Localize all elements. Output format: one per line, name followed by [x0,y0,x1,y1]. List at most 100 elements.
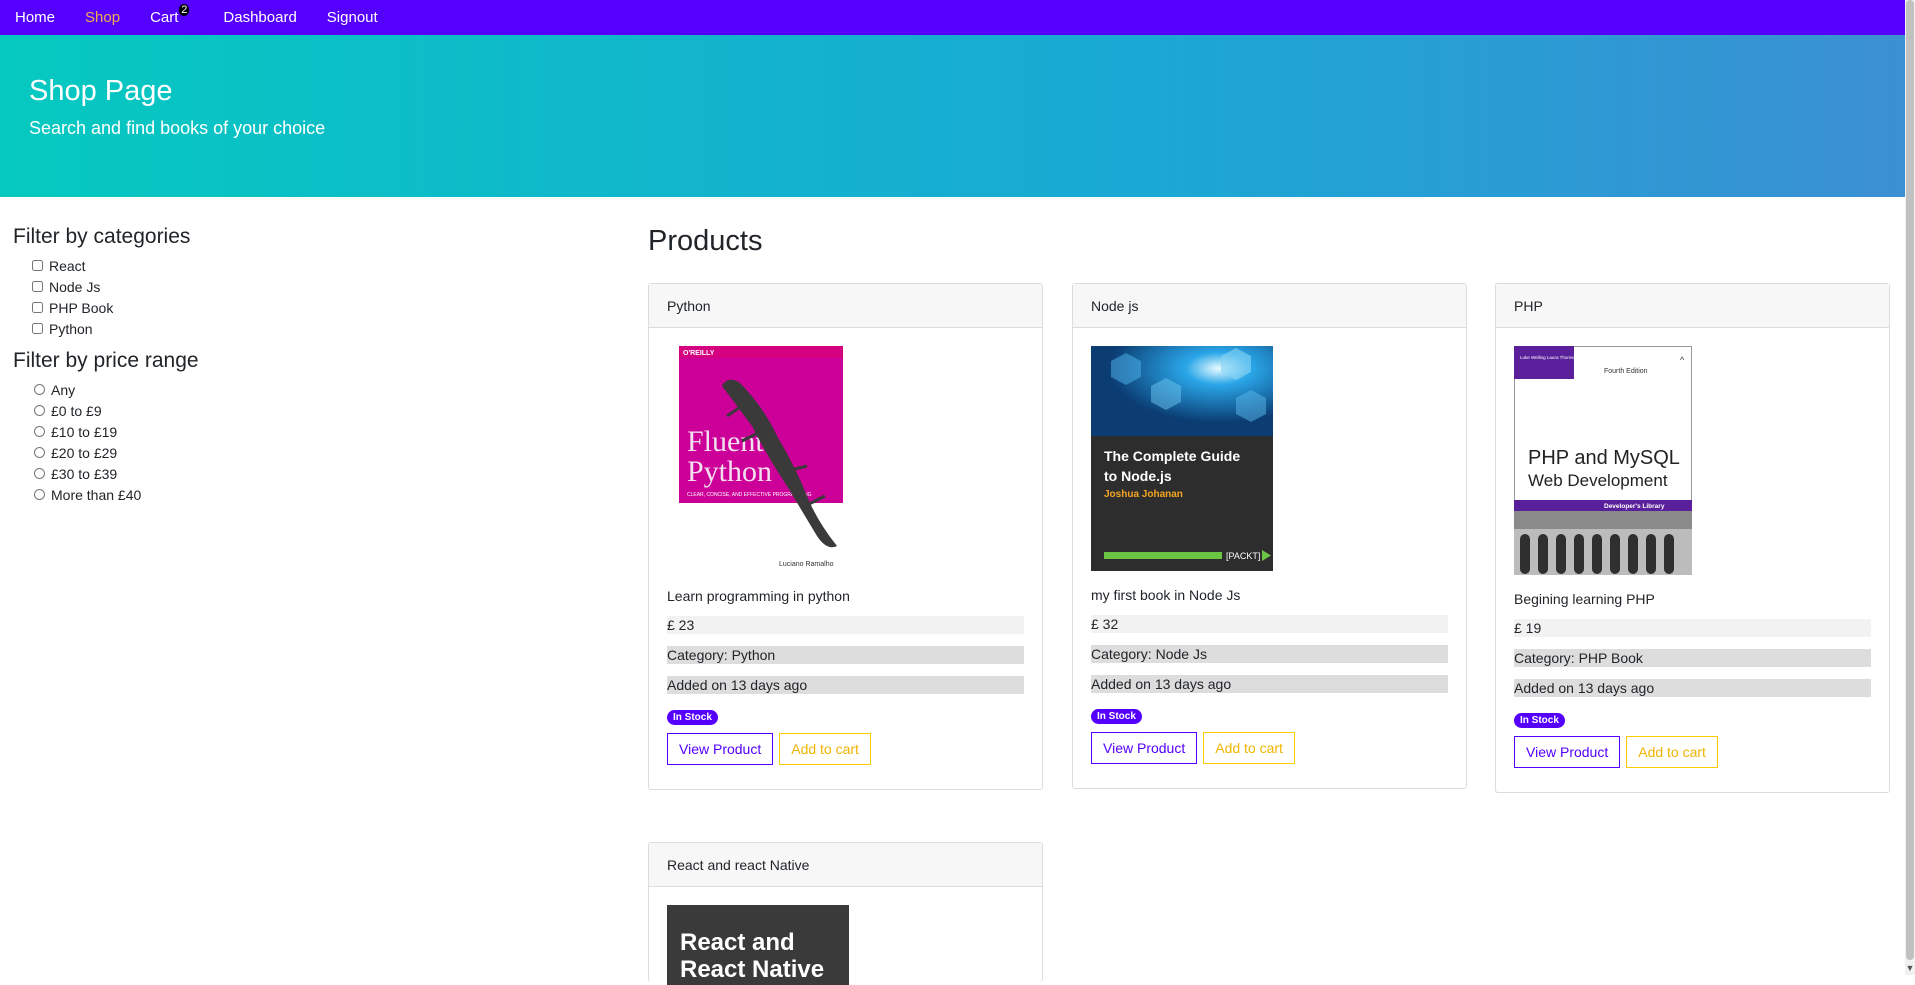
price-filter-item: £10 to £19 [34,421,513,442]
category-checkbox-nodejs[interactable] [32,281,43,292]
product-price: £ 23 [667,616,1024,634]
product-description: Begining learning PHP [1514,591,1655,607]
scroll-down-arrow-icon[interactable]: ▼ [1905,963,1915,975]
category-label: Python [49,320,93,337]
product-cover-image: The Complete Guide to Node.js Joshua Joh… [1091,346,1273,571]
product-category: Category: PHP Book [1514,649,1871,667]
product-card-header: PHP [1496,284,1889,328]
product-added-date: Added on 13 days ago [1091,675,1448,693]
nav-signout[interactable]: Signout [327,9,378,26]
stock-badge: In Stock [1514,713,1565,728]
product-category: Category: Python [667,646,1024,664]
category-checkbox-php[interactable] [32,302,43,313]
product-card-header: Node js [1073,284,1466,328]
cover-title-line2: Python [687,455,772,488]
price-radio-10-19[interactable] [34,426,45,437]
product-actions: View Product Add to cart [667,733,1024,789]
product-added-date: Added on 13 days ago [667,676,1024,694]
categories-filter-title: Filter by categories [13,225,191,248]
product-price: £ 32 [1091,615,1448,633]
add-to-cart-button[interactable]: Add to cart [1626,736,1718,768]
scrollbar-thumb[interactable] [1906,0,1914,960]
category-checkbox-react[interactable] [32,260,43,271]
product-cover-image: React and React Native [667,905,849,985]
products-section: Products Python O'REILLY Fluent Python C… [648,225,1890,985]
price-label: More than £40 [51,486,142,503]
cover-title-line1: The Complete Guide [1104,448,1240,464]
price-filter-item: Any [34,379,513,400]
cover-publisher: O'REILLY [683,350,715,357]
category-filter-item: Python [32,318,513,339]
price-radio-30-39[interactable] [34,468,45,479]
nav-home[interactable]: Home [15,9,55,26]
cover-series: Developer's Library [1604,503,1665,510]
price-label: £20 to £29 [51,444,118,461]
category-label: Node Js [49,278,101,295]
price-filter-item: More than £40 [34,484,513,505]
price-filter-title: Filter by price range [13,349,199,372]
category-checkbox-python[interactable] [32,323,43,334]
price-radio-any[interactable] [34,384,45,395]
products-title: Products [648,225,763,257]
stock-badge: In Stock [1091,709,1142,724]
price-label: £0 to £9 [51,402,102,419]
view-product-button[interactable]: View Product [1514,736,1621,768]
product-cover-image: Luke Welling Laura Thomson Fourth Editio… [1514,346,1692,575]
cover-title-line2: React Native [680,956,824,983]
view-product-button[interactable]: View Product [1091,732,1198,764]
category-filter-item: Node Js [32,276,513,297]
product-card-header: React and react Native [649,843,1042,887]
price-label: £10 to £19 [51,423,118,440]
cover-publisher: [PACKT] [1226,551,1260,561]
price-radio-40-plus[interactable] [34,489,45,500]
product-price: £ 19 [1514,619,1871,637]
cover-author: Luciano Ramalho [779,561,834,568]
category-label: PHP Book [49,299,114,316]
category-filter-item: React [32,255,513,276]
product-actions: View Product Add to cart [1514,736,1871,792]
add-to-cart-button[interactable]: Add to cart [1203,732,1295,764]
price-radio-20-29[interactable] [34,447,45,458]
hero-banner: Shop Page Search and find books of your … [0,35,1905,197]
filter-sidebar: Filter by categories React Node Js PHP B… [13,225,513,515]
view-product-button[interactable]: View Product [667,733,774,765]
price-filter-item: £20 to £29 [34,442,513,463]
nav-cart-label: Cart [150,9,179,26]
product-card-react: React and react Native React and React N… [648,842,1043,985]
cover-author: Joshua Johanan [1104,489,1183,500]
nav-cart[interactable]: Cart 2 [150,4,190,26]
product-description: Learn programming in python [667,588,850,604]
product-cover-image: O'REILLY Fluent Python CLEAR, CONCISE, A… [667,346,847,572]
price-label: Any [51,381,76,398]
page-scrollbar[interactable]: ▼ [1905,0,1915,975]
cover-title-line2: to Node.js [1104,468,1172,484]
page-subtitle: Search and find books of your choice [29,118,326,138]
stock-badge: In Stock [667,710,718,725]
nav-shop[interactable]: Shop [85,9,120,26]
price-filter-item: £30 to £39 [34,463,513,484]
nav-dashboard[interactable]: Dashboard [223,9,296,26]
price-filter-item: £0 to £9 [34,400,513,421]
cover-title-line1: PHP and MySQL [1528,447,1680,469]
product-category: Category: Node Js [1091,645,1448,663]
product-card-python: Python O'REILLY Fluent Python CLEAR, CON… [648,283,1043,790]
product-card-nodejs: Node js The Complete Guide to Node.js Jo… [1072,283,1467,789]
category-filter-list: React Node Js PHP Book Python [13,255,513,339]
cover-title-line2: Web Development [1528,471,1668,490]
category-filter-item: PHP Book [32,297,513,318]
product-description: my first book in Node Js [1091,587,1241,603]
top-navbar: Home Shop Cart 2 Dashboard Signout [0,0,1905,35]
cover-edition: Fourth Edition [1604,368,1648,375]
product-added-date: Added on 13 days ago [1514,679,1871,697]
cover-title-line1: Fluent [687,425,764,458]
price-label: £30 to £39 [51,465,118,482]
page-title: Shop Page [29,75,173,107]
cover-title-line1: React and [680,929,795,956]
product-card-header: Python [649,284,1042,328]
add-to-cart-button[interactable]: Add to cart [779,733,871,765]
product-card-php: PHP Luke Welling Laura Thomson Fourth Ed… [1495,283,1890,793]
product-actions: View Product Add to cart [1091,732,1448,788]
cover-authors: Luke Welling Laura Thomson [1520,355,1579,360]
price-radio-0-9[interactable] [34,405,45,416]
category-label: React [49,257,86,274]
